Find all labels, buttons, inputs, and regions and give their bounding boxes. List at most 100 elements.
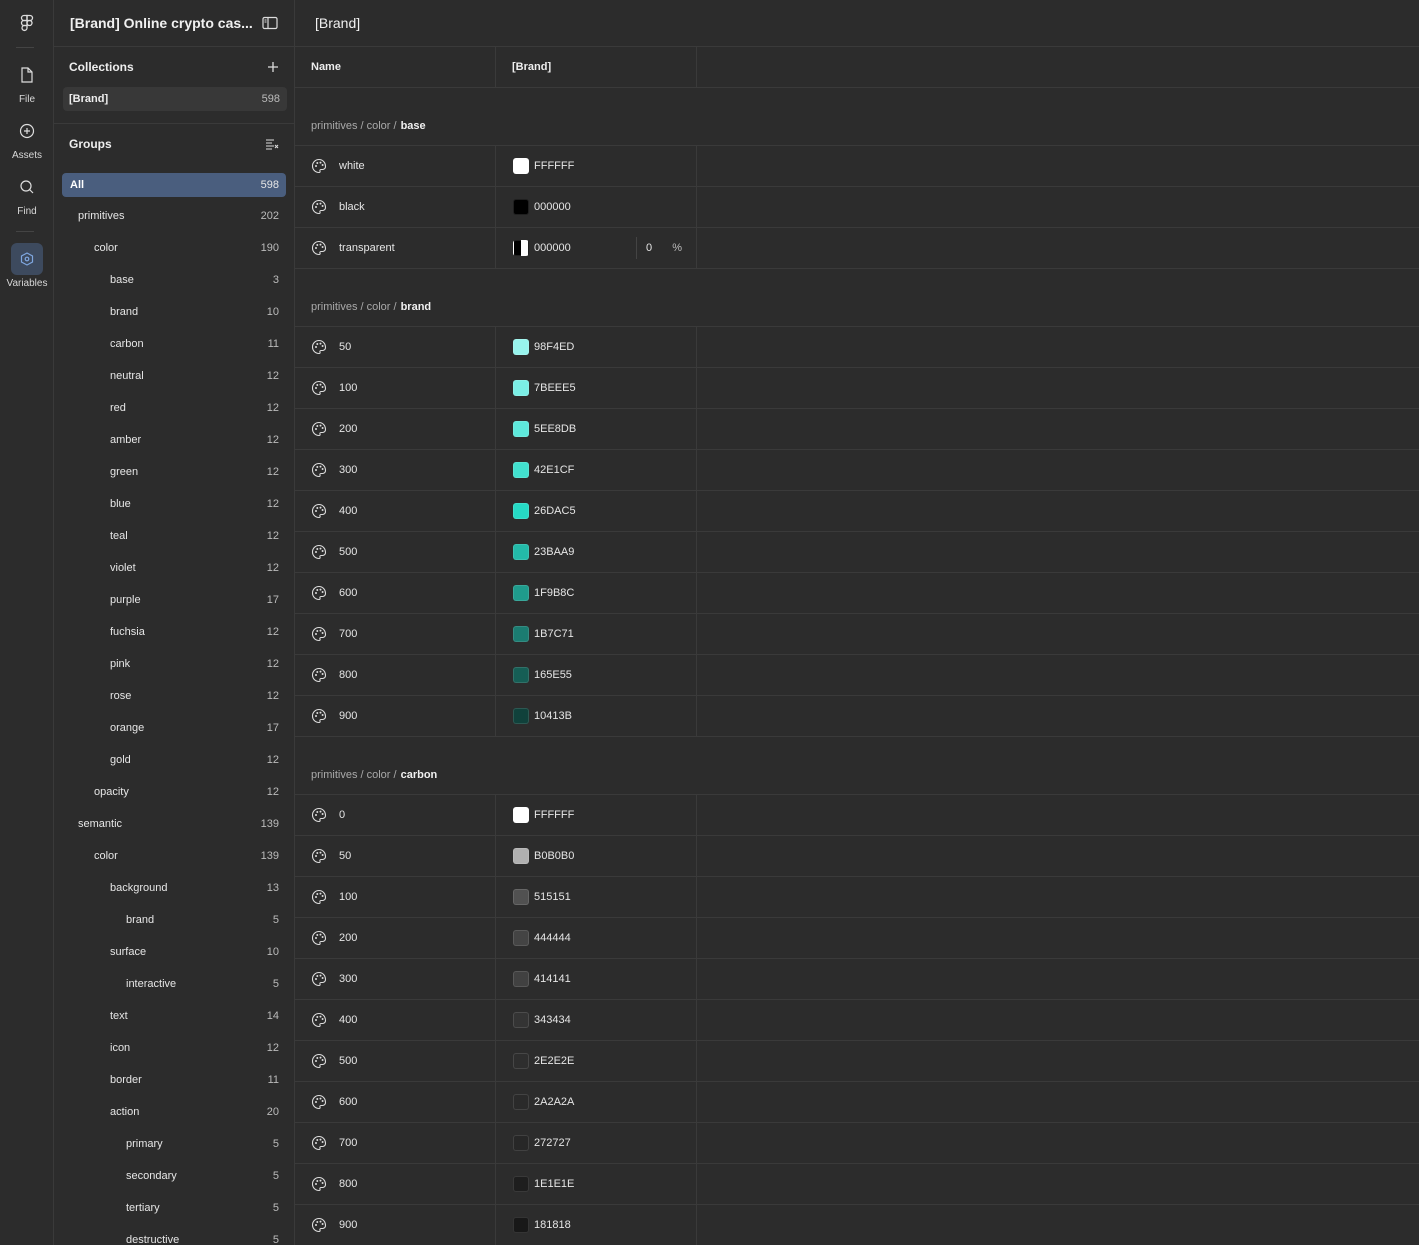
toggle-sidebar-icon[interactable] xyxy=(262,16,278,30)
group-item[interactable]: fuchsia 12 xyxy=(54,616,294,648)
variable-value-cell[interactable]: 23BAA9 xyxy=(496,532,697,572)
variable-name-cell[interactable]: 900 xyxy=(295,696,496,736)
variable-value-cell[interactable]: 1B7C71 xyxy=(496,614,697,654)
variable-row[interactable]: 500 2E2E2E xyxy=(295,1041,1419,1082)
variable-value-cell[interactable]: FFFFFF xyxy=(496,146,697,186)
group-item[interactable]: brand 10 xyxy=(54,296,294,328)
variable-row[interactable]: 700 1B7C71 xyxy=(295,614,1419,655)
variable-row[interactable]: 500 23BAA9 xyxy=(295,532,1419,573)
variable-row[interactable]: 400 26DAC5 xyxy=(295,491,1419,532)
variable-name-cell[interactable]: 400 xyxy=(295,491,496,531)
color-swatch[interactable] xyxy=(513,626,529,642)
variable-value-cell[interactable]: 2E2E2E xyxy=(496,1041,697,1081)
group-item[interactable]: action 20 xyxy=(54,1096,294,1128)
variable-value-cell[interactable]: 5EE8DB xyxy=(496,409,697,449)
variable-name-cell[interactable]: 300 xyxy=(295,959,496,999)
variable-value-cell[interactable]: 98F4ED xyxy=(496,327,697,367)
variable-row[interactable]: 0 FFFFFF xyxy=(295,795,1419,836)
group-item[interactable]: destructive 5 xyxy=(54,1224,294,1245)
variable-row[interactable]: 800 165E55 xyxy=(295,655,1419,696)
color-swatch[interactable] xyxy=(513,971,529,987)
color-swatch[interactable] xyxy=(513,421,529,437)
color-swatch[interactable] xyxy=(513,848,529,864)
group-item[interactable]: background 13 xyxy=(54,872,294,904)
variable-row[interactable]: 700 272727 xyxy=(295,1123,1419,1164)
group-item[interactable]: violet 12 xyxy=(54,552,294,584)
variable-row[interactable]: 200 5EE8DB xyxy=(295,409,1419,450)
group-item[interactable]: tertiary 5 xyxy=(54,1192,294,1224)
group-item[interactable]: secondary 5 xyxy=(54,1160,294,1192)
rail-item-file[interactable]: File xyxy=(0,59,54,105)
variable-name-cell[interactable]: 900 xyxy=(295,1205,496,1245)
variable-row[interactable]: 100 515151 xyxy=(295,877,1419,918)
group-item[interactable]: orange 17 xyxy=(54,712,294,744)
color-swatch[interactable] xyxy=(513,807,529,823)
variable-name-cell[interactable]: 700 xyxy=(295,614,496,654)
color-swatch[interactable] xyxy=(513,1217,529,1233)
variable-name-cell[interactable]: 0 xyxy=(295,795,496,835)
variable-name-cell[interactable]: transparent xyxy=(295,228,496,268)
variable-row[interactable]: 800 1E1E1E xyxy=(295,1164,1419,1205)
color-swatch[interactable] xyxy=(513,503,529,519)
group-item[interactable]: carbon 11 xyxy=(54,328,294,360)
variable-value-cell[interactable]: 444444 xyxy=(496,918,697,958)
group-item[interactable]: opacity 12 xyxy=(54,776,294,808)
color-swatch[interactable] xyxy=(513,1094,529,1110)
collection-item[interactable]: [Brand] 598 xyxy=(63,87,287,111)
group-item[interactable]: gold 12 xyxy=(54,744,294,776)
group-item[interactable]: semantic 139 xyxy=(54,808,294,840)
variable-name-cell[interactable]: 700 xyxy=(295,1123,496,1163)
group-item[interactable]: base 3 xyxy=(54,264,294,296)
group-item[interactable]: red 12 xyxy=(54,392,294,424)
color-swatch[interactable] xyxy=(513,708,529,724)
variable-value-cell[interactable]: 1F9B8C xyxy=(496,573,697,613)
color-swatch[interactable] xyxy=(513,339,529,355)
group-item[interactable]: brand 5 xyxy=(54,904,294,936)
color-swatch[interactable] xyxy=(513,462,529,478)
variable-row[interactable]: 900 10413B xyxy=(295,696,1419,737)
variable-value-cell[interactable]: FFFFFF xyxy=(496,795,697,835)
group-item[interactable]: color 190 xyxy=(54,232,294,264)
variable-row[interactable]: 400 343434 xyxy=(295,1000,1419,1041)
rail-item-variables[interactable]: Variables xyxy=(0,243,54,289)
variable-name-cell[interactable]: 300 xyxy=(295,450,496,490)
variable-row[interactable]: white FFFFFF xyxy=(295,146,1419,187)
sort-groups-icon[interactable] xyxy=(265,138,279,150)
variable-value-cell[interactable]: 000000 0% xyxy=(496,228,697,268)
variable-row[interactable]: transparent 000000 0% xyxy=(295,228,1419,269)
variable-row[interactable]: 50 98F4ED xyxy=(295,327,1419,368)
group-item[interactable]: rose 12 xyxy=(54,680,294,712)
variable-name-cell[interactable]: 600 xyxy=(295,573,496,613)
column-header-name[interactable]: Name xyxy=(295,47,496,87)
group-item[interactable]: primary 5 xyxy=(54,1128,294,1160)
variable-name-cell[interactable]: 50 xyxy=(295,836,496,876)
variable-value-cell[interactable]: B0B0B0 xyxy=(496,836,697,876)
group-item[interactable]: border 11 xyxy=(54,1064,294,1096)
group-item[interactable]: blue 12 xyxy=(54,488,294,520)
color-swatch[interactable] xyxy=(513,158,529,174)
color-swatch[interactable] xyxy=(513,1135,529,1151)
variable-name-cell[interactable]: 50 xyxy=(295,327,496,367)
variable-value-cell[interactable]: 515151 xyxy=(496,877,697,917)
group-item[interactable]: text 14 xyxy=(54,1000,294,1032)
variable-value-cell[interactable]: 7BEEE5 xyxy=(496,368,697,408)
color-swatch[interactable] xyxy=(513,1053,529,1069)
variable-value-cell[interactable]: 1E1E1E xyxy=(496,1164,697,1204)
variable-name-cell[interactable]: 200 xyxy=(295,409,496,449)
variable-name-cell[interactable]: 200 xyxy=(295,918,496,958)
variable-row[interactable]: 300 414141 xyxy=(295,959,1419,1000)
variable-row[interactable]: 300 42E1CF xyxy=(295,450,1419,491)
figma-logo-icon[interactable] xyxy=(17,13,37,33)
variable-name-cell[interactable]: 100 xyxy=(295,877,496,917)
color-swatch[interactable] xyxy=(513,585,529,601)
color-swatch[interactable] xyxy=(513,544,529,560)
variable-name-cell[interactable]: 500 xyxy=(295,532,496,572)
column-header-mode[interactable]: [Brand] xyxy=(496,47,697,87)
group-item[interactable]: green 12 xyxy=(54,456,294,488)
color-swatch[interactable] xyxy=(513,1012,529,1028)
color-swatch[interactable] xyxy=(513,889,529,905)
color-swatch[interactable] xyxy=(513,1176,529,1192)
variable-name-cell[interactable]: white xyxy=(295,146,496,186)
variable-name-cell[interactable]: 500 xyxy=(295,1041,496,1081)
variable-row[interactable]: 200 444444 xyxy=(295,918,1419,959)
